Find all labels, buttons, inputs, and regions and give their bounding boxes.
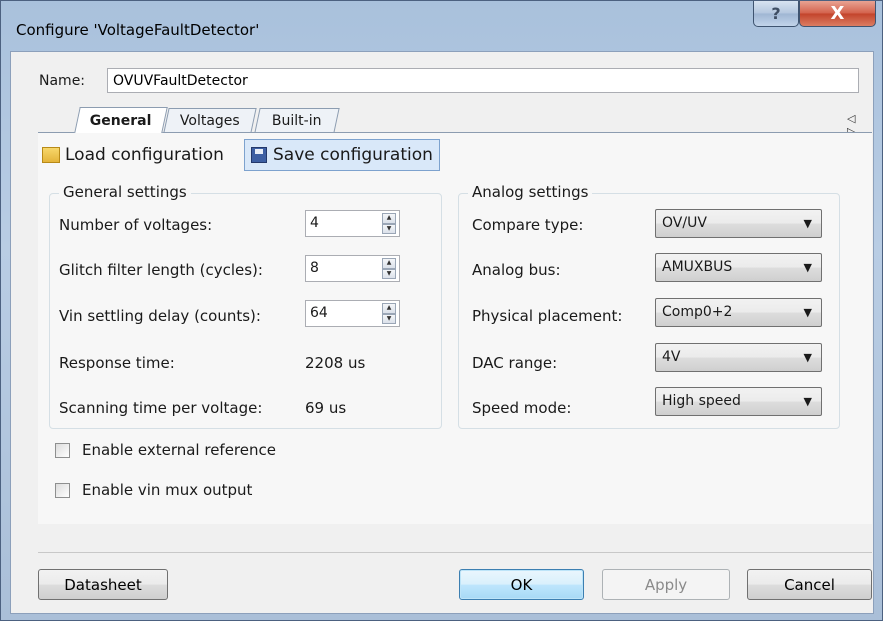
physical-placement-select[interactable]: Comp0+2 ▼: [655, 298, 822, 327]
help-button[interactable]: ?: [753, 1, 799, 27]
dac-range-select[interactable]: 4V ▼: [655, 343, 822, 372]
vin-settling-value: 64: [310, 305, 328, 321]
spin-down-icon[interactable]: ▼: [382, 268, 396, 279]
response-time-value: 2208 us: [305, 354, 366, 372]
cancel-button[interactable]: Cancel: [747, 569, 872, 600]
chevron-down-icon: ▼: [803, 217, 812, 230]
physical-placement-label: Physical placement:: [472, 307, 623, 325]
general-tab-panel: Load configuration Save configuration Ge…: [38, 132, 872, 524]
tab-builtin-label: Built-in: [272, 113, 322, 129]
window-title: Configure 'VoltageFaultDetector': [16, 21, 260, 39]
save-configuration-button[interactable]: Save configuration: [244, 139, 440, 171]
glitch-filter-value: 8: [310, 260, 319, 276]
title-bar: Configure 'VoltageFaultDetector' ? X: [1, 1, 882, 51]
num-voltages-stepper[interactable]: 4 ▲ ▼: [305, 210, 400, 237]
tab-general[interactable]: General: [74, 107, 168, 133]
save-configuration-label: Save configuration: [273, 145, 433, 165]
scanning-time-value: 69 us: [305, 399, 347, 417]
enable-external-reference-label: Enable external reference: [82, 441, 276, 459]
glitch-filter-stepper[interactable]: 8 ▲ ▼: [305, 255, 400, 282]
analog-settings-group: Analog settings Compare type: OV/UV ▼ An…: [458, 183, 840, 429]
spin-down-icon[interactable]: ▼: [382, 313, 396, 324]
general-settings-title: General settings: [59, 183, 191, 201]
chevron-down-icon: ▼: [803, 351, 812, 364]
chevron-down-icon: ▼: [803, 395, 812, 408]
speed-mode-label: Speed mode:: [472, 399, 572, 417]
load-configuration-label: Load configuration: [65, 145, 224, 165]
chevron-down-icon: ▼: [803, 306, 812, 319]
glitch-filter-label: Glitch filter length (cycles):: [59, 261, 263, 279]
apply-button[interactable]: Apply: [602, 569, 730, 600]
dac-range-value: 4V: [662, 349, 681, 365]
vin-settling-label: Vin settling delay (counts):: [59, 307, 261, 325]
datasheet-button[interactable]: Datasheet: [38, 569, 168, 600]
checkbox-box[interactable]: [55, 442, 70, 458]
ok-button[interactable]: OK: [459, 569, 584, 600]
dialog-window: Configure 'VoltageFaultDetector' ? X Nam…: [0, 0, 883, 621]
footer-divider: [38, 552, 872, 553]
general-settings-group: General settings Number of voltages: 4 ▲…: [49, 183, 442, 429]
tab-strip: General Voltages Built-in ◁ ▷: [41, 107, 871, 138]
spin-down-icon[interactable]: ▼: [382, 223, 396, 234]
speed-mode-value: High speed: [662, 393, 741, 409]
spin-up-icon[interactable]: ▲: [382, 213, 396, 224]
spin-up-icon[interactable]: ▲: [382, 258, 396, 269]
num-voltages-label: Number of voltages:: [59, 216, 213, 234]
tab-builtin[interactable]: Built-in: [254, 108, 340, 133]
physical-placement-value: Comp0+2: [662, 304, 733, 320]
folder-icon: [42, 147, 60, 163]
spin-up-icon[interactable]: ▲: [382, 303, 396, 314]
analog-bus-value: AMUXBUS: [662, 259, 733, 275]
tab-voltages[interactable]: Voltages: [163, 108, 257, 133]
tab-general-label: General: [90, 112, 152, 129]
close-icon: X: [830, 3, 845, 24]
analog-settings-title: Analog settings: [468, 183, 593, 201]
dialog-client: Name: General Voltages Built-in ◁ ▷ Load…: [10, 51, 874, 614]
scanning-time-label: Scanning time per voltage:: [59, 399, 263, 417]
dac-range-label: DAC range:: [472, 354, 558, 372]
enable-vin-mux-checkbox[interactable]: Enable vin mux output: [55, 481, 252, 499]
analog-bus-label: Analog bus:: [472, 261, 561, 279]
analog-bus-select[interactable]: AMUXBUS ▼: [655, 253, 822, 282]
vin-settling-stepper[interactable]: 64 ▲ ▼: [305, 300, 400, 327]
help-icon: ?: [771, 4, 781, 23]
checkbox-box[interactable]: [55, 482, 70, 498]
compare-type-value: OV/UV: [662, 215, 707, 231]
name-label: Name:: [39, 73, 86, 89]
close-button[interactable]: X: [799, 1, 876, 27]
compare-type-label: Compare type:: [472, 216, 584, 234]
chevron-down-icon: ▼: [803, 261, 812, 274]
enable-vin-mux-label: Enable vin mux output: [82, 481, 253, 499]
compare-type-select[interactable]: OV/UV ▼: [655, 209, 822, 238]
num-voltages-value: 4: [310, 215, 319, 231]
save-disk-icon: [251, 147, 267, 163]
load-configuration-button[interactable]: Load configuration: [42, 139, 224, 171]
speed-mode-select[interactable]: High speed ▼: [655, 387, 822, 416]
response-time-label: Response time:: [59, 354, 175, 372]
tab-voltages-label: Voltages: [179, 113, 240, 129]
name-input[interactable]: [107, 68, 859, 93]
enable-external-reference-checkbox[interactable]: Enable external reference: [55, 441, 276, 459]
